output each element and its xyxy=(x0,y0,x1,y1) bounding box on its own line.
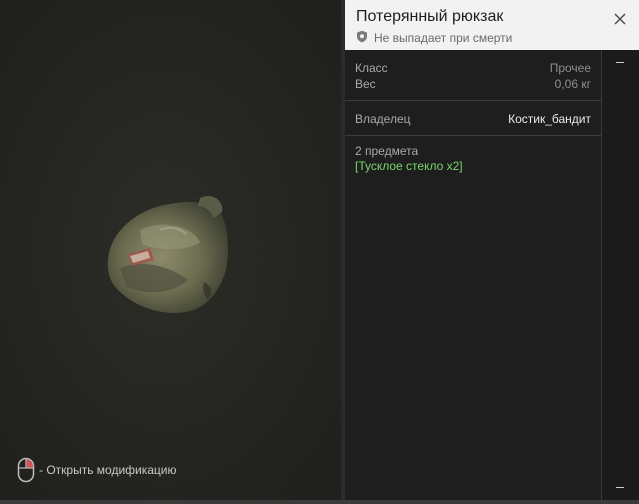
owner-value: Костик_бандит xyxy=(508,112,591,126)
weight-label: Вес xyxy=(355,77,376,91)
mouse-right-click-icon xyxy=(17,457,35,483)
hint-text: - Открыть модификацию xyxy=(39,463,177,477)
scrollbar-top-cap xyxy=(616,62,624,63)
item-title: Потерянный рюкзак xyxy=(356,8,504,25)
close-icon[interactable] xyxy=(613,12,627,26)
item-info-panel: Класс Прочее Вес 0,06 кг Владелец Костик… xyxy=(345,50,602,500)
class-label: Класс xyxy=(355,61,388,75)
contents-item: [Тусклое стекло x2] xyxy=(355,159,463,173)
scrollbar[interactable] xyxy=(602,50,639,500)
scrollbar-bottom-cap xyxy=(616,487,624,488)
no-drop-text: Не выпадает при смерти xyxy=(374,31,513,45)
weight-row: Вес 0,06 кг xyxy=(355,76,591,92)
owner-label: Владелец xyxy=(355,112,411,126)
owner-row: Владелец Костик_бандит xyxy=(355,111,591,127)
bottom-strip xyxy=(0,500,639,504)
no-drop-notice: Не выпадает при смерти xyxy=(356,30,512,46)
owner-section: Владелец Костик_бандит xyxy=(345,101,601,136)
class-value: Прочее xyxy=(549,61,591,75)
contents-count: 2 предмета xyxy=(355,144,419,158)
weight-value: 0,06 кг xyxy=(554,77,591,91)
item-header: Потерянный рюкзак Не выпадает при смерти xyxy=(345,0,639,50)
shield-icon xyxy=(356,30,368,46)
contents-section: 2 предмета [Тусклое стекло x2] xyxy=(345,136,601,182)
open-modification-hint: - Открыть модификацию xyxy=(17,457,177,483)
class-row: Класс Прочее xyxy=(355,60,591,76)
stats-section: Класс Прочее Вес 0,06 кг xyxy=(345,50,601,101)
item-preview-panel: - Открыть модификацию xyxy=(0,0,341,500)
backpack-item-image xyxy=(107,195,228,313)
